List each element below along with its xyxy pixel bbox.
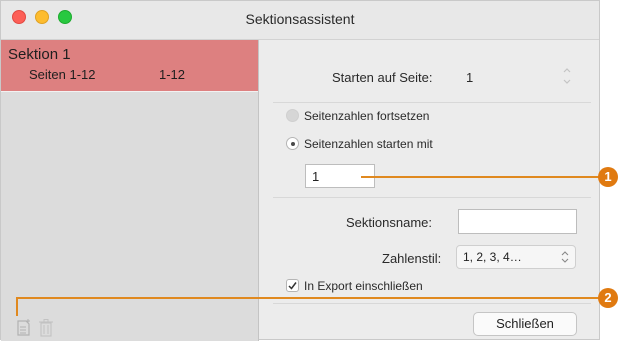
number-style-select[interactable]: 1, 2, 3, 4…: [456, 245, 576, 269]
callout-2-badge: 2: [598, 288, 618, 308]
divider: [273, 303, 591, 304]
section-name-input[interactable]: [458, 209, 577, 234]
sidebar-divider: [1, 91, 258, 92]
window-title: Sektionsassistent: [245, 11, 355, 27]
close-button[interactable]: Schließen: [473, 312, 577, 336]
section-assistant-window: Sektionsassistent Sektion 1 Seiten 1-12 …: [0, 0, 600, 341]
section-pages-label: Seiten 1-12: [29, 67, 96, 82]
add-section-icon[interactable]: [16, 319, 32, 337]
delete-section-icon[interactable]: [38, 319, 54, 337]
radio-start-label: Seitenzahlen starten mit: [304, 137, 433, 151]
radio-selected-dot: [290, 141, 295, 146]
start-page-label: Starten auf Seite:: [332, 70, 433, 85]
checkmark-icon: [288, 282, 297, 290]
section-title: Sektion 1: [8, 46, 71, 63]
start-number-value: 1: [312, 169, 320, 184]
section-name-label: Sektionsname:: [346, 215, 432, 230]
callout-2-vline: [16, 298, 18, 316]
callout-2-line: [16, 297, 601, 299]
start-page-stepper-icon[interactable]: [562, 64, 572, 88]
number-style-value: 1, 2, 3, 4…: [463, 250, 522, 264]
select-stepper-icon: [561, 250, 569, 269]
radio-start-numbers[interactable]: [286, 137, 299, 150]
start-page-value[interactable]: 1: [466, 70, 473, 85]
section-settings-panel: Starten auf Seite: 1 Seitenzahlen fortse…: [259, 40, 599, 341]
number-style-label: Zahlenstil:: [382, 251, 442, 266]
section-pages-range: 1-12: [159, 67, 186, 82]
include-export-label: In Export einschließen: [304, 279, 423, 293]
callout-1-line: [361, 176, 601, 178]
divider: [273, 197, 591, 198]
section-list-item[interactable]: Sektion 1 Seiten 1-12 1-12: [1, 40, 258, 91]
callout-1-badge: 1: [598, 167, 618, 187]
title-bar: Sektionsassistent: [1, 1, 599, 40]
include-export-checkbox[interactable]: [286, 279, 299, 292]
radio-continue-label: Seitenzahlen fortsetzen: [304, 109, 430, 123]
radio-continue-numbers[interactable]: [286, 109, 299, 122]
divider: [273, 102, 591, 103]
section-list: Sektion 1 Seiten 1-12 1-12: [1, 40, 259, 341]
